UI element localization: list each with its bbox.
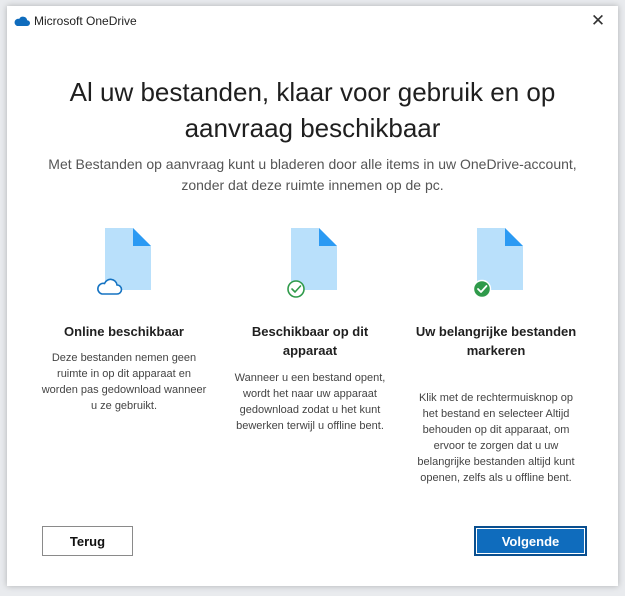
feature-local-title: Beschikbaar op dit apparaat — [251, 324, 369, 358]
document-check-filled-icon — [472, 228, 523, 299]
feature-always-keep-description: Klik met de rechtermuisknop op het besta… — [417, 392, 575, 484]
feature-local-description: Wanneer u een bestand opent, wordt het n… — [234, 372, 386, 432]
page-title: Al uw bestanden, klaar voor gebruik en o… — [69, 77, 556, 143]
feature-online-title: Online beschikbaar — [64, 324, 184, 339]
document-cloud-icon — [97, 228, 151, 295]
onedrive-logo-icon — [14, 16, 30, 26]
page-subtitle: Met Bestanden op aanvraag kunt u bladere… — [48, 156, 577, 193]
feature-online-description: Deze bestanden nemen geen ruimte in op d… — [41, 352, 207, 412]
feature-always-keep-title: Uw belangrijke bestanden markeren — [415, 324, 577, 358]
close-icon: ✕ — [590, 11, 606, 30]
next-button[interactable]: Volgende — [474, 526, 587, 556]
title-bar: Microsoft OneDrive ✕ — [7, 6, 618, 36]
document-check-outline-icon — [287, 228, 337, 298]
onedrive-setup-window: Microsoft OneDrive ✕ Al uw bestanden, kl… — [7, 6, 618, 586]
back-button[interactable]: Terug — [42, 526, 133, 556]
close-button[interactable]: ✕ — [578, 6, 618, 36]
window-title: Microsoft OneDrive — [34, 14, 137, 28]
